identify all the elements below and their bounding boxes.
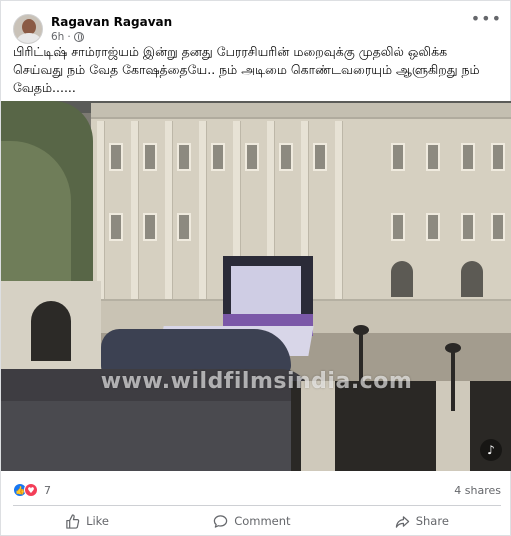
comment-icon xyxy=(213,514,228,528)
post-time[interactable]: 6h xyxy=(51,30,64,44)
post-stats: 👍 ♥ 7 4 shares xyxy=(13,481,501,499)
author-name[interactable]: Ragavan Ragavan xyxy=(51,15,172,30)
volume-icon[interactable]: ♪ xyxy=(480,439,502,461)
love-reaction-icon: ♥ xyxy=(24,483,38,497)
post-card: Ragavan Ragavan 6h · ••• பிரிட்டிஷ் சாம்… xyxy=(0,0,511,536)
post-video[interactable]: www.wildfilmsindia.com ♪ xyxy=(1,101,511,471)
post-text: பிரிட்டிஷ் சாம்ராஜ்யம் இன்று தனது பேரரசி… xyxy=(13,44,480,95)
like-label: Like xyxy=(86,514,110,528)
post-header: Ragavan Ragavan 6h · xyxy=(13,11,501,47)
video-stage xyxy=(223,256,313,336)
post-actions: Like Comment Share xyxy=(13,508,501,534)
post-meta: 6h · xyxy=(51,30,172,44)
globe-icon xyxy=(73,31,84,42)
author-avatar[interactable] xyxy=(13,14,43,44)
more-horizontal-icon[interactable]: ••• xyxy=(471,9,502,28)
share-label: Share xyxy=(415,514,449,528)
video-watermark: www.wildfilmsindia.com xyxy=(100,369,413,394)
author-block: Ragavan Ragavan 6h · xyxy=(51,15,172,44)
meta-separator: · xyxy=(67,30,71,43)
share-icon xyxy=(395,515,409,528)
shares-count[interactable]: 4 shares xyxy=(454,484,501,497)
actions-divider xyxy=(13,505,501,506)
thumbs-up-icon xyxy=(66,513,80,529)
reaction-count: 7 xyxy=(44,483,51,497)
video-fence xyxy=(291,381,511,471)
video-gate xyxy=(1,281,101,371)
like-button[interactable]: Like xyxy=(55,510,119,533)
reactions-summary[interactable]: 👍 ♥ 7 xyxy=(13,483,51,497)
share-button[interactable]: Share xyxy=(385,510,459,533)
comment-button[interactable]: Comment xyxy=(203,510,300,533)
comment-label: Comment xyxy=(234,514,291,528)
